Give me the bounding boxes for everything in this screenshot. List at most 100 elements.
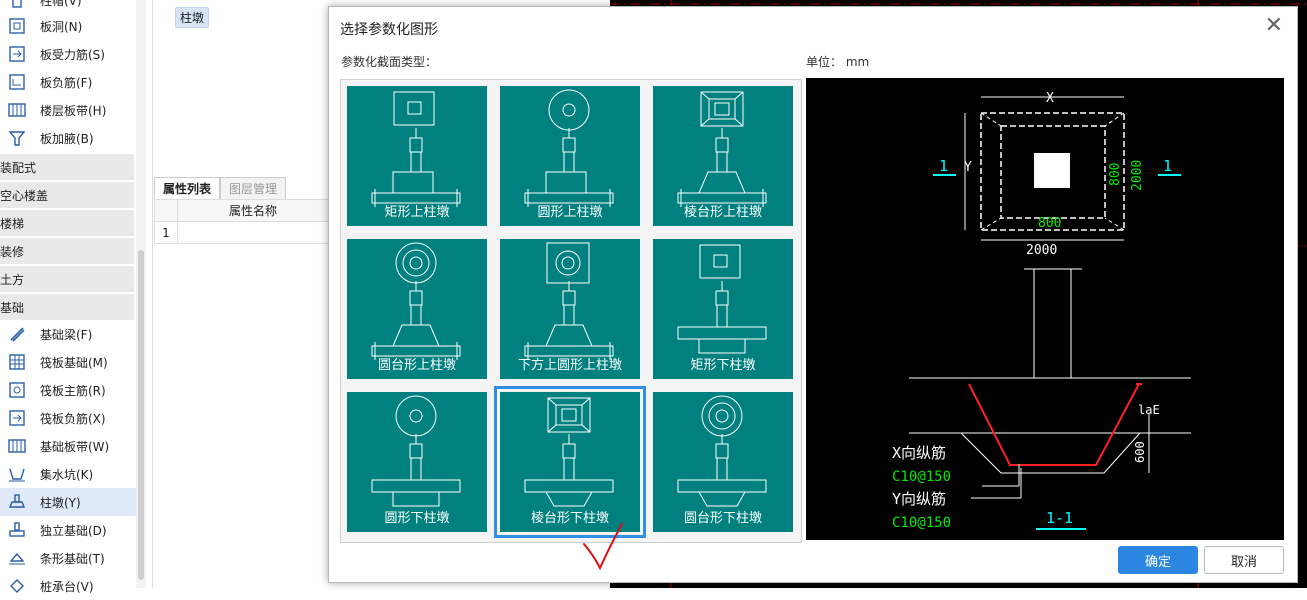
- shape-caption: 棱台形上柱墩: [683, 205, 762, 220]
- sidebar-item[interactable]: 筏板基础(M): [0, 348, 136, 376]
- shape-grid: 矩形上柱墩 圆形上柱墩 棱台形上柱墩圆台形上柱墩 下方上圆形上柱墩 矩形下柱墩圆形下柱墩…: [340, 79, 802, 543]
- confirm-button[interactable]: 确定: [1118, 546, 1198, 574]
- shape-caption: 圆台形下柱墩: [683, 511, 762, 526]
- sidebar-item[interactable]: 集水坑(K): [0, 460, 136, 488]
- y-rebar-spec: C10@150: [892, 515, 951, 531]
- slab-rebar-icon: [8, 45, 26, 63]
- dim-x-label: X: [1046, 91, 1054, 106]
- strip-footing-icon: [8, 549, 26, 567]
- foundation-beam-icon: [8, 325, 26, 343]
- foundation-strip-icon: [8, 437, 26, 455]
- sidebar-item[interactable]: 柱墩(Y): [0, 488, 136, 516]
- raft-foundation-icon: [8, 353, 26, 371]
- component-list-pane: 柱墩 属性列表 图层管理 属性名称 1: [152, 0, 329, 588]
- sidebar-item[interactable]: 板洞(N): [0, 12, 136, 40]
- sidebar-group[interactable]: 土方: [0, 266, 134, 292]
- slab-negative-rebar-icon: [8, 73, 26, 91]
- sidebar-item[interactable]: 楼层板带(H): [0, 96, 136, 124]
- shape-caption: 矩形上柱墩: [384, 205, 450, 220]
- sidebar-item[interactable]: 基础板带(W): [0, 432, 136, 460]
- section-mark-right: 1: [1163, 157, 1172, 175]
- sidebar-item-label: 柱墩(Y): [40, 495, 81, 510]
- floor-strip-icon: [8, 101, 26, 119]
- tab-layer-management[interactable]: 图层管理: [220, 177, 287, 200]
- sidebar-group[interactable]: 装配式: [0, 154, 134, 180]
- component-tree-sidebar: 柱帽(V) 板洞(N) 板受力筋(S) 板负筋(F) 楼层板带(H) 板加腋(B) 装配式空…: [0, 0, 137, 594]
- dialog-title: 选择参数化图形: [340, 22, 438, 38]
- sidebar-item[interactable]: 筏板负筋(X): [0, 404, 136, 432]
- sidebar-item-label: 柱帽(V): [40, 0, 82, 8]
- sidebar-item-label: 板受力筋(S): [40, 47, 105, 62]
- property-table: 属性名称 1: [154, 199, 329, 244]
- red-check-annotation: [583, 523, 623, 571]
- cancel-button[interactable]: 取消: [1204, 546, 1284, 574]
- row-number: 1: [154, 221, 178, 244]
- dim-y-label: Y: [964, 160, 972, 175]
- sidebar-item-label: 筏板主筋(R): [40, 383, 106, 398]
- raft-main-rebar-icon: [8, 381, 26, 399]
- scrollbar-thumb[interactable]: [138, 250, 144, 580]
- component-tag[interactable]: 柱墩: [175, 7, 210, 28]
- table-row[interactable]: 1: [154, 221, 329, 244]
- sidebar-item[interactable]: 基础梁(F): [0, 320, 136, 348]
- shape-option[interactable]: 矩形上柱墩: [347, 86, 487, 226]
- shape-option[interactable]: 圆台形上柱墩: [347, 239, 487, 379]
- close-icon[interactable]: ✕: [1265, 15, 1283, 37]
- section-type-label: 参数化截面类型：: [341, 55, 438, 69]
- sidebar-group[interactable]: 基础: [0, 294, 134, 320]
- shape-caption: 下方上圆形上柱墩: [517, 358, 622, 373]
- sidebar-item-label: 筏板基础(M): [40, 355, 108, 370]
- sidebar-scrollbar[interactable]: [136, 0, 146, 588]
- sidebar-group[interactable]: 空心楼盖: [0, 182, 134, 208]
- dim-800-h: 800: [1038, 216, 1061, 231]
- sidebar-item[interactable]: 板受力筋(S): [0, 40, 136, 68]
- property-name-header: 属性名称: [177, 199, 329, 222]
- shape-caption: 圆台形上柱墩: [377, 358, 456, 373]
- parametric-shape-dialog: 选择参数化图形 ✕ 参数化截面类型： 单位： mm 矩形上柱墩 圆形上柱墩 棱台形上…: [328, 6, 1298, 583]
- sidebar-item[interactable]: 条形基础(T): [0, 544, 136, 572]
- column-pier-icon: [8, 493, 26, 511]
- property-name-cell[interactable]: [177, 221, 329, 244]
- sidebar-item-label: 基础梁(F): [40, 327, 93, 342]
- shape-option[interactable]: 矩形下柱墩: [653, 239, 793, 379]
- shape-option[interactable]: 下方上圆形上柱墩: [500, 239, 640, 379]
- sidebar-item-label: 板负筋(F): [40, 75, 93, 90]
- pile-cap-icon: [8, 577, 26, 595]
- shape-option[interactable]: 圆台形下柱墩: [653, 392, 793, 532]
- unit-label: 单位： mm: [806, 55, 870, 69]
- shape-preview: X Y 2000 800 800 2000 1 1 laE 600 X向纵筋 C…: [806, 78, 1284, 540]
- sidebar-item-label: 筏板负筋(X): [40, 411, 106, 426]
- shape-option[interactable]: 圆形下柱墩: [347, 392, 487, 532]
- raft-negative-rebar-icon: [8, 409, 26, 427]
- y-rebar-label: Y向纵筋: [892, 490, 946, 508]
- shape-option[interactable]: 圆形上柱墩: [500, 86, 640, 226]
- section-title: 1-1: [1046, 509, 1073, 527]
- sidebar-item[interactable]: 筏板主筋(R): [0, 376, 136, 404]
- sidebar-item[interactable]: 板负筋(F): [0, 68, 136, 96]
- shape-option[interactable]: 棱台形下柱墩: [494, 386, 646, 538]
- x-rebar-spec: C10@150: [892, 469, 951, 485]
- slab-hole-icon: [8, 17, 26, 35]
- shape-caption: 矩形下柱墩: [690, 358, 756, 373]
- sidebar-item-label: 板洞(N): [40, 19, 83, 34]
- slab-haunch-icon: [8, 129, 26, 147]
- sidebar-item-label: 桩承台(V): [40, 579, 94, 594]
- property-tabs: 属性列表 图层管理: [154, 177, 287, 200]
- sidebar-item-label: 楼层板带(H): [40, 103, 107, 118]
- preview-drawing: X Y 2000 800 800 2000 1 1 laE 600 X向纵筋 C…: [892, 91, 1191, 531]
- sidebar-item[interactable]: 独立基础(D): [0, 516, 136, 544]
- shape-option[interactable]: 棱台形上柱墩: [653, 86, 793, 226]
- dim-2000-v: 2000: [1130, 160, 1145, 191]
- row-number-header: [154, 199, 178, 222]
- sidebar-item[interactable]: 桩承台(V): [0, 572, 136, 600]
- sidebar-group[interactable]: 楼梯: [0, 210, 134, 236]
- sidebar-item-label: 条形基础(T): [40, 551, 105, 566]
- sidebar-item[interactable]: 板加腋(B): [0, 124, 136, 152]
- sidebar-group[interactable]: 装修: [0, 238, 134, 264]
- shape-caption: 圆形上柱墩: [537, 205, 603, 220]
- isolated-footing-icon: [8, 521, 26, 539]
- sidebar-item-label: 基础板带(W): [40, 439, 110, 454]
- shape-caption: 圆形下柱墩: [384, 511, 450, 526]
- tab-property-list[interactable]: 属性列表: [154, 177, 221, 200]
- dim-600-label: 600: [1133, 441, 1147, 463]
